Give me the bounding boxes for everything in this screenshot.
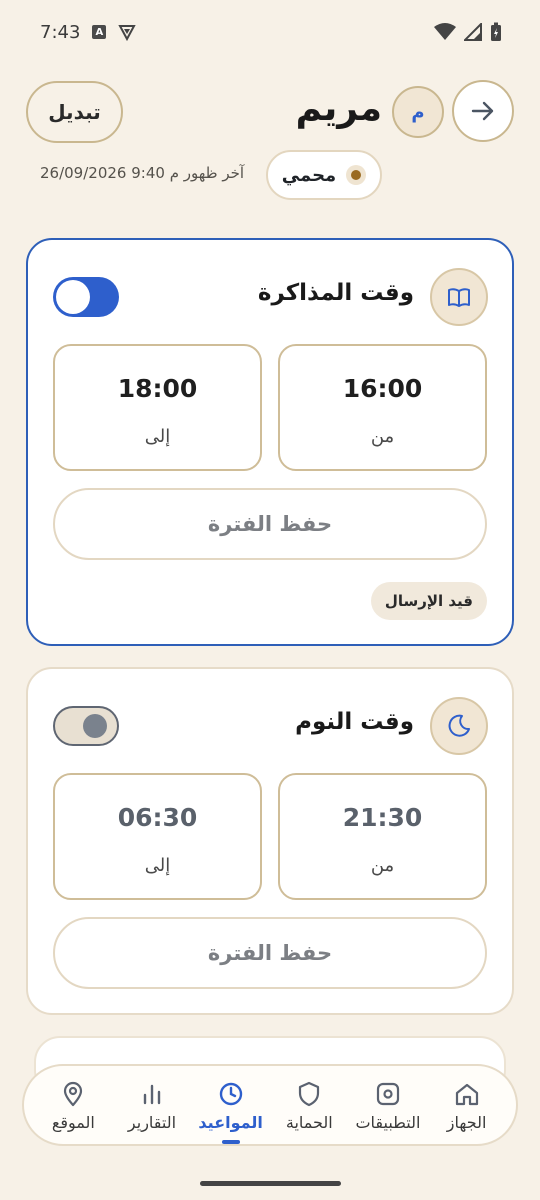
from-time-label: من [370, 426, 395, 447]
to-time-picker[interactable]: 18:00 إلى [53, 344, 262, 471]
schedule-toggle[interactable] [53, 706, 119, 746]
wifi-icon [434, 23, 456, 40]
protection-status-label: محمي [281, 164, 337, 186]
shield-notification-icon [118, 25, 137, 41]
from-time-value: 21:30 [342, 803, 423, 832]
nav-label: الجهاز [446, 1112, 487, 1132]
pending-status-badge: قيد الإرسال [370, 582, 487, 620]
avatar: م [392, 86, 444, 138]
to-time-label: إلى [144, 426, 171, 447]
schedule-toggle[interactable] [53, 277, 119, 317]
nav-item-reports[interactable]: التقارير [113, 1079, 191, 1132]
active-tab-indicator [221, 1139, 240, 1144]
save-period-button[interactable]: حفظ الفترة [53, 488, 487, 560]
nav-label: الحماية [285, 1112, 333, 1132]
schedule-title: وقت النوم [295, 709, 414, 735]
status-row: محمي آخر ظهور م 9:40 26/09/2026 [40, 150, 382, 200]
nav-label: المواعيد [198, 1112, 263, 1132]
to-time-value: 18:00 [117, 374, 198, 403]
protection-status-badge: محمي [266, 150, 382, 200]
save-period-button[interactable]: حفظ الفترة [53, 917, 487, 989]
home-icon [454, 1079, 480, 1109]
clock-icon [218, 1079, 244, 1109]
to-time-label: إلى [144, 855, 171, 876]
child-name: مريم [295, 88, 382, 129]
back-button[interactable] [452, 80, 514, 142]
status-time: 7:43 [40, 21, 81, 43]
nav-item-location[interactable]: الموقع [34, 1079, 112, 1132]
nav-item-protection[interactable]: الحماية [270, 1079, 348, 1132]
from-time-picker[interactable]: 16:00 من [278, 344, 487, 471]
signal-icon [464, 23, 482, 41]
text-badge-icon: A [92, 25, 107, 39]
from-time-value: 16:00 [342, 374, 423, 403]
apps-icon [375, 1079, 401, 1109]
from-time-label: من [370, 855, 395, 876]
nav-item-schedules[interactable]: المواعيد [192, 1079, 270, 1144]
schedule-card-study: وقت المذاكرة 16:00 من 18:00 إلى حفظ الفت… [26, 238, 514, 646]
to-time-picker[interactable]: 06:30 إلى [53, 773, 262, 900]
last-seen-text: آخر ظهور م 9:40 26/09/2026 [40, 164, 245, 182]
status-dot-icon [346, 165, 367, 185]
schedule-card-sleep: وقت النوم 21:30 من 06:30 إلى حفظ الفترة [26, 667, 514, 1015]
status-bar: 7:43 A [0, 0, 540, 64]
schedule-title: وقت المذاكرة [257, 280, 414, 306]
nav-label: التطبيقات [355, 1112, 421, 1132]
battery-charging-icon [491, 22, 501, 41]
nav-item-apps[interactable]: التطبيقات [349, 1079, 427, 1132]
bar-chart-icon [139, 1079, 165, 1109]
nav-label: الموقع [51, 1112, 95, 1132]
arrow-right-icon [471, 101, 494, 121]
bottom-nav: الجهاز التطبيقات الحماية المواعيد التقار… [22, 1064, 518, 1146]
nav-label: التقارير [127, 1112, 177, 1132]
book-icon [430, 268, 488, 326]
nav-item-device[interactable]: الجهاز [428, 1079, 506, 1132]
shield-icon [296, 1079, 322, 1109]
system-home-indicator[interactable] [200, 1181, 341, 1186]
moon-icon [430, 697, 488, 755]
location-pin-icon [60, 1079, 86, 1109]
profile-header: تبديل مريم م [26, 80, 514, 146]
from-time-picker[interactable]: 21:30 من [278, 773, 487, 900]
switch-child-button[interactable]: تبديل [26, 81, 123, 143]
to-time-value: 06:30 [117, 803, 198, 832]
